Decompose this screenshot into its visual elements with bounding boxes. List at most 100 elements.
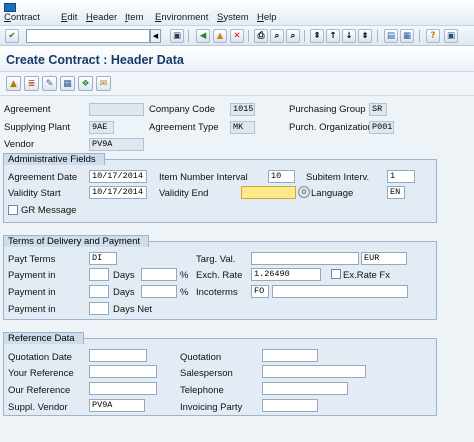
gr-message-checkbox[interactable] <box>8 205 18 215</box>
conditions-icon[interactable]: ❖ <box>78 76 93 91</box>
company-code-field[interactable]: 1015 <box>230 103 255 116</box>
last-page-icon[interactable]: ⇟ <box>358 29 372 43</box>
validity-start-field[interactable]: 10/17/2014 <box>89 186 147 199</box>
suppl-vendor-field[interactable]: PV9A <box>89 399 145 412</box>
invoicing-party-label: Invoicing Party <box>180 402 243 413</box>
administrative-fields-title: Administrative Fields <box>3 153 105 165</box>
subitem-interval-field[interactable]: 1 <box>387 170 415 183</box>
days-label-1: Days <box>113 270 135 281</box>
layout-menu-icon[interactable]: ▣ <box>444 29 458 43</box>
language-field[interactable]: EN <box>387 186 405 199</box>
back-icon[interactable]: ◀ <box>196 29 210 43</box>
payment-days-field-3[interactable] <box>89 302 109 315</box>
value-help-icon[interactable]: ⊙ <box>298 186 310 198</box>
addresses-icon[interactable]: ✉ <box>96 76 111 91</box>
exit-icon[interactable]: ▲ <box>213 29 227 43</box>
title-bar: Create Contract : Header Data <box>0 46 474 72</box>
telephone-label: Telephone <box>180 385 224 396</box>
ex-rate-fx-checkbox[interactable] <box>331 269 341 279</box>
menu-system[interactable]: System <box>217 12 249 23</box>
validity-start-label: Validity Start <box>8 188 61 199</box>
shortcut-icon[interactable]: ▦ <box>400 29 414 43</box>
cancel-icon[interactable]: ✕ <box>230 29 244 43</box>
menu-environment[interactable]: Environment <box>155 12 208 23</box>
our-reference-field[interactable] <box>89 382 157 395</box>
find-icon[interactable]: ⌕ <box>270 29 284 43</box>
purchasing-group-field[interactable]: SR <box>369 103 387 116</box>
next-page-icon[interactable]: ↓ <box>342 29 356 43</box>
item-number-interval-field[interactable]: 10 <box>268 170 295 183</box>
validity-end-label: Validity End <box>159 188 209 199</box>
page-title: Create Contract : Header Data <box>6 53 184 67</box>
toolbar-separator <box>304 30 305 42</box>
incoterms-location-field[interactable] <box>272 285 408 298</box>
agreement-type-field[interactable]: MK <box>230 121 255 134</box>
quotation-label: Quotation <box>180 352 222 363</box>
validity-end-field[interactable] <box>241 186 296 199</box>
gr-message-label: GR Message <box>21 205 77 216</box>
payment-percent-field-1[interactable] <box>141 268 177 281</box>
agreement-field[interactable] <box>89 103 144 116</box>
company-code-label: Company Code <box>149 104 216 115</box>
purch-org-label: Purch. Organization <box>289 122 373 133</box>
new-session-icon[interactable]: ▤ <box>384 29 398 43</box>
previous-page-icon[interactable]: ↑ <box>326 29 340 43</box>
salesperson-field[interactable] <box>262 365 366 378</box>
agreement-type-label: Agreement Type <box>149 122 219 133</box>
system-toolbar: ✔ ◀ ▣ ◀ ▲ ✕ ⎙ ⌕ ⌕ ⇞ ↑ ↓ ⇟ ▤ ▦ ? ▣ <box>0 26 474 46</box>
suppl-vendor-label: Suppl. Vendor <box>8 402 68 413</box>
days-net-label: Days Net <box>113 304 153 315</box>
first-page-icon[interactable]: ⇞ <box>310 29 324 43</box>
our-reference-label: Our Reference <box>8 385 71 396</box>
header-details-icon[interactable]: ▲ <box>6 76 21 91</box>
quotation-date-field[interactable] <box>89 349 147 362</box>
payment-percent-field-2[interactable] <box>141 285 177 298</box>
menu-item[interactable]: Item <box>125 12 143 23</box>
ex-rate-fx-label: Ex.Rate Fx <box>343 270 390 281</box>
payt-terms-field[interactable]: DI <box>89 252 117 265</box>
agreement-date-field[interactable]: 10/17/2014 <box>89 170 147 183</box>
menu-header[interactable]: Header <box>86 12 117 23</box>
quotation-field[interactable] <box>262 349 318 362</box>
payment-in-label-1: Payment in <box>8 270 56 281</box>
supplying-plant-field[interactable]: 9AE <box>89 121 114 134</box>
incoterms-field[interactable]: FO <box>251 285 269 298</box>
telephone-field[interactable] <box>262 382 348 395</box>
payment-in-label-3: Payment in <box>8 304 56 315</box>
currency-field[interactable]: EUR <box>361 252 407 265</box>
application-toolbar: ▲ ≣ ✎ ▦ ❖ ✉ <box>0 72 474 96</box>
partners-icon[interactable]: ▦ <box>60 76 75 91</box>
menu-bar: Contract Edit Header Item Environment Sy… <box>0 0 474 26</box>
payment-days-field-2[interactable] <box>89 285 109 298</box>
percent-label-2: % <box>180 287 189 298</box>
command-field[interactable] <box>26 29 150 43</box>
your-reference-field[interactable] <box>89 365 157 378</box>
exch-rate-field[interactable]: 1.26490 <box>251 268 321 281</box>
menu-help[interactable]: Help <box>257 12 277 23</box>
toolbar-separator <box>248 30 249 42</box>
agreement-label: Agreement <box>4 104 51 115</box>
vendor-label: Vendor <box>4 139 35 150</box>
invoicing-party-field[interactable] <box>262 399 318 412</box>
payment-in-label-2: Payment in <box>8 287 56 298</box>
print-icon[interactable]: ⎙ <box>254 29 268 43</box>
save-icon[interactable]: ▣ <box>170 29 184 43</box>
exch-rate-label: Exch. Rate <box>196 270 243 281</box>
language-label: Language <box>311 188 354 199</box>
incoterms-label: Incoterms <box>196 287 238 298</box>
vendor-field[interactable]: PV9A <box>89 138 144 151</box>
toolbar-separator <box>377 30 378 42</box>
days-label-2: Days <box>113 287 135 298</box>
texts-icon[interactable]: ≣ <box>24 76 39 91</box>
help-icon[interactable]: ? <box>426 29 440 43</box>
purch-org-field[interactable]: P001 <box>369 121 394 134</box>
targ-val-field[interactable] <box>251 252 359 265</box>
subitem-interval-label: Subitem Interv. <box>306 172 370 183</box>
command-dropdown-icon[interactable]: ◀ <box>150 29 161 43</box>
find-next-icon[interactable]: ⌕ <box>286 29 300 43</box>
payment-days-field-1[interactable] <box>89 268 109 281</box>
edit-icon[interactable]: ✎ <box>42 76 57 91</box>
enter-check-icon[interactable]: ✔ <box>5 29 19 43</box>
menu-contract[interactable]: Contract <box>4 12 40 23</box>
menu-edit[interactable]: Edit <box>61 12 77 23</box>
